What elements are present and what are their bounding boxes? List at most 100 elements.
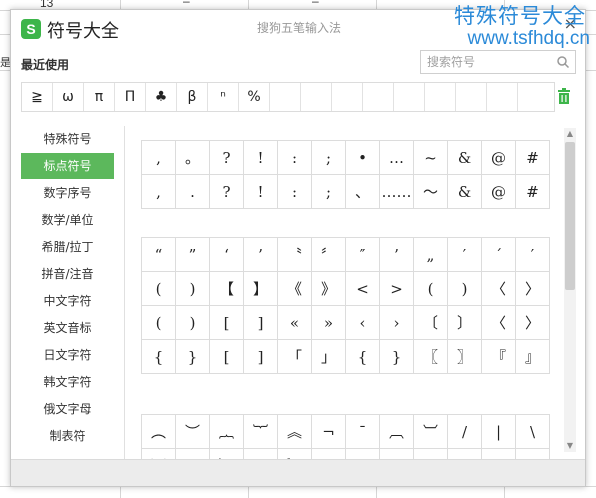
symbol-cell[interactable]: « — [278, 306, 312, 340]
recent-symbol-cell[interactable] — [270, 83, 301, 111]
recent-symbol-cell[interactable]: ω — [53, 83, 84, 111]
recent-symbol-cell[interactable]: ≧ — [22, 83, 53, 111]
symbol-cell[interactable]: ″ — [346, 238, 380, 272]
symbol-cell[interactable]: ] — [244, 340, 278, 374]
recent-symbol-cell[interactable]: % — [239, 83, 270, 111]
symbol-cell[interactable]: ( — [142, 272, 176, 306]
symbol-cell[interactable]: @ — [482, 141, 516, 175]
symbol-cell[interactable]: › — [380, 306, 414, 340]
scroll-thumb[interactable] — [565, 142, 575, 290]
symbol-cell[interactable]: …… — [380, 175, 414, 209]
symbol-cell[interactable]: 」 — [312, 340, 346, 374]
symbol-cell[interactable]: [ — [210, 340, 244, 374]
category-item[interactable]: 英文音标 — [21, 315, 114, 341]
recent-symbol-cell[interactable] — [394, 83, 425, 111]
symbol-cell[interactable]: 【 — [210, 272, 244, 306]
category-item[interactable]: 拼音/注音 — [21, 261, 114, 287]
symbol-cell[interactable]: ? — [210, 175, 244, 209]
symbol-cell[interactable]: ~ — [414, 141, 448, 175]
symbol-cell[interactable]: ( — [142, 306, 176, 340]
symbol-cell[interactable]: ] — [244, 306, 278, 340]
symbol-cell[interactable]: 《 — [278, 272, 312, 306]
category-item[interactable]: 日文字符 — [21, 342, 114, 368]
symbol-cell[interactable]: & — [448, 175, 482, 209]
symbol-cell[interactable]: > — [380, 272, 414, 306]
symbol-cell[interactable]: 『 — [482, 340, 516, 374]
symbol-cell[interactable]: • — [346, 141, 380, 175]
search-input[interactable] — [427, 54, 551, 70]
recent-symbol-cell[interactable]: ⁿ — [208, 83, 239, 111]
symbol-cell[interactable]: ’ — [244, 238, 278, 272]
symbol-cell[interactable]: 〞 — [312, 238, 346, 272]
scroll-down-icon[interactable]: ▼ — [564, 440, 576, 452]
category-item[interactable]: 制表符 — [21, 423, 114, 449]
symbol-cell[interactable]: ) — [448, 272, 482, 306]
symbol-cell[interactable]: ′ — [448, 238, 482, 272]
symbol-cell[interactable]: } — [380, 340, 414, 374]
symbol-cell[interactable]: 〕 — [448, 306, 482, 340]
symbol-cell[interactable]: < — [346, 272, 380, 306]
symbol-cell[interactable]: ︵ — [142, 415, 176, 449]
symbol-cell[interactable]: { — [142, 340, 176, 374]
symbol-cell[interactable]: ¬ — [312, 415, 346, 449]
scrollbar[interactable]: ▲ ▼ — [564, 128, 576, 452]
symbol-cell[interactable]: : — [278, 141, 312, 175]
symbol-cell[interactable]: … — [380, 141, 414, 175]
category-item[interactable]: 特殊符号 — [21, 126, 114, 152]
symbol-cell[interactable]: » — [312, 306, 346, 340]
symbol-cell[interactable]: ) — [176, 272, 210, 306]
search-box[interactable] — [420, 50, 576, 74]
recent-symbol-cell[interactable]: ♣ — [146, 83, 177, 111]
category-item[interactable]: 标点符号 — [21, 153, 114, 179]
symbol-cell[interactable]: 〉 — [516, 306, 550, 340]
symbol-cell[interactable]: ︺ — [414, 415, 448, 449]
symbol-cell[interactable]: „ — [414, 238, 448, 272]
symbol-cell[interactable]: ) — [176, 306, 210, 340]
symbol-cell[interactable]: ; — [312, 141, 346, 175]
symbol-cell[interactable]: ? — [210, 141, 244, 175]
category-item[interactable]: 数学/单位 — [21, 207, 114, 233]
recent-symbol-cell[interactable] — [518, 83, 549, 111]
symbol-cell[interactable]: ; — [312, 175, 346, 209]
symbol-cell[interactable]: # — [516, 141, 550, 175]
symbol-cell[interactable]: ︸ — [244, 415, 278, 449]
symbol-cell[interactable]: ( — [414, 272, 448, 306]
symbol-cell[interactable]: ︷ — [210, 415, 244, 449]
symbol-cell[interactable]: # — [516, 175, 550, 209]
symbol-cell[interactable]: ! — [244, 175, 278, 209]
symbol-cell[interactable]: 》 — [312, 272, 346, 306]
symbol-cell[interactable]: ︽ — [278, 415, 312, 449]
symbol-cell[interactable]: 〝 — [278, 238, 312, 272]
category-item[interactable]: 中文字符 — [21, 288, 114, 314]
symbol-cell[interactable]: & — [448, 141, 482, 175]
symbol-cell[interactable]: \ — [516, 415, 550, 449]
symbol-cell[interactable]: 。 — [176, 141, 210, 175]
symbol-cell[interactable]: 〖 — [414, 340, 448, 374]
recent-symbol-cell[interactable] — [487, 83, 518, 111]
symbol-cell[interactable]: ‹ — [346, 306, 380, 340]
symbol-cell[interactable]: 】 — [244, 272, 278, 306]
symbol-cell[interactable]: { — [346, 340, 380, 374]
symbol-cell[interactable]: 〈 — [482, 272, 516, 306]
symbol-cell[interactable]: 』 — [516, 340, 550, 374]
symbol-cell[interactable]: 〈 — [482, 306, 516, 340]
symbol-cell[interactable]: 、 — [346, 175, 380, 209]
category-item[interactable]: 俄文字母 — [21, 396, 114, 422]
symbol-cell[interactable]: ! — [244, 141, 278, 175]
trash-icon[interactable] — [557, 88, 571, 104]
symbol-cell[interactable]: | — [482, 415, 516, 449]
symbol-cell[interactable]: } — [176, 340, 210, 374]
symbol-cell[interactable]: ” — [176, 238, 210, 272]
symbol-cell[interactable]: 〔 — [414, 306, 448, 340]
recent-symbol-cell[interactable] — [301, 83, 332, 111]
symbol-cell[interactable]: ’ — [380, 238, 414, 272]
symbol-cell[interactable]: / — [448, 415, 482, 449]
recent-symbol-cell[interactable] — [332, 83, 363, 111]
symbol-cell[interactable]: ¯ — [346, 415, 380, 449]
search-icon[interactable] — [555, 53, 571, 71]
category-item[interactable]: 数字序号 — [21, 180, 114, 206]
symbol-cell[interactable]: . — [176, 175, 210, 209]
symbol-cell[interactable]: , — [142, 175, 176, 209]
symbol-cell[interactable]: ︹ — [380, 415, 414, 449]
recent-symbol-cell[interactable] — [425, 83, 456, 111]
